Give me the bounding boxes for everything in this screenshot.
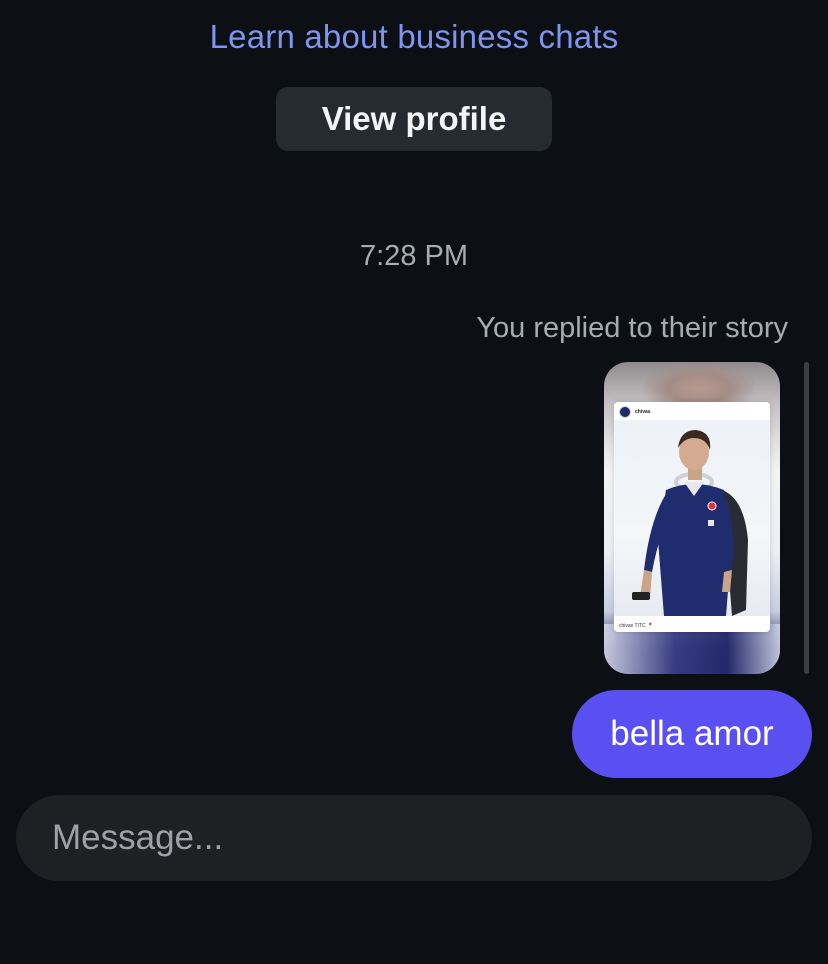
message-timestamp: 7:28 PM bbox=[360, 240, 468, 272]
story-caption: chivas TITC 📍 bbox=[619, 623, 654, 629]
thread-scrollbar[interactable] bbox=[804, 362, 809, 674]
story-preview: chivas chivas TITC 📍 bbox=[614, 402, 770, 632]
sent-message-bubble[interactable]: bella amor bbox=[572, 690, 812, 778]
story-blur-top bbox=[644, 362, 754, 406]
message-input[interactable] bbox=[50, 807, 774, 869]
story-reply-card[interactable]: chivas chivas TITC 📍 bbox=[604, 362, 780, 674]
view-profile-button[interactable]: View profile bbox=[276, 87, 552, 151]
story-avatar bbox=[619, 406, 631, 418]
story-username: chivas bbox=[635, 409, 651, 415]
learn-about-business-chats-link[interactable]: Learn about business chats bbox=[0, 18, 828, 56]
story-person-photo bbox=[632, 430, 748, 616]
message-composer[interactable] bbox=[16, 795, 812, 881]
story-photo bbox=[614, 420, 770, 616]
story-header: chivas bbox=[619, 406, 651, 418]
story-reply-note: You replied to their story bbox=[476, 312, 788, 344]
chat-screen: Learn about business chats View profile … bbox=[0, 0, 828, 964]
